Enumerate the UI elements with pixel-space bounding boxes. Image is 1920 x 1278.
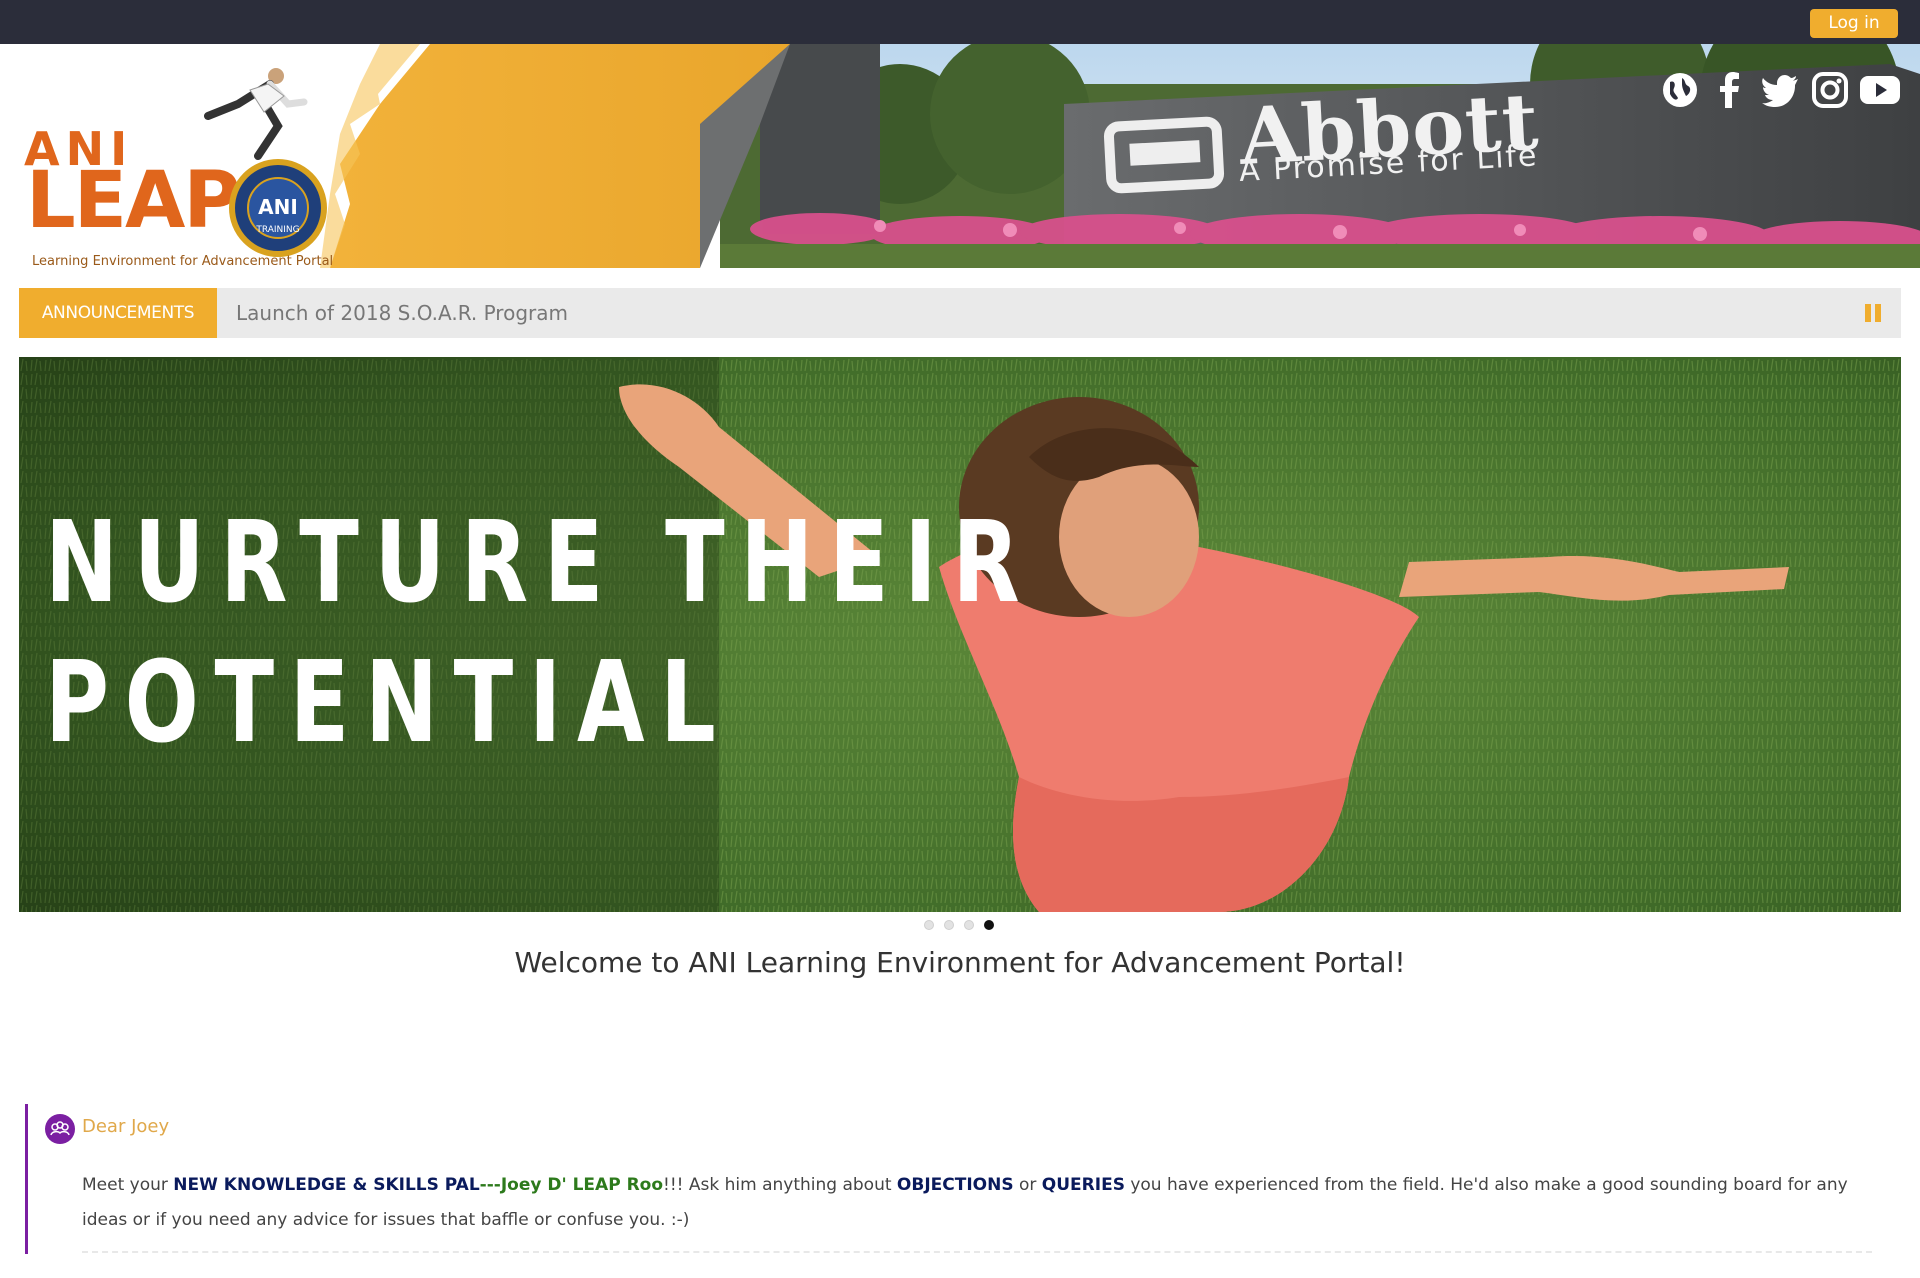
welcome-heading: Welcome to ANI Learning Environment for … xyxy=(514,946,1406,979)
hero-slide: NURTURE THEIR POTENTIAL xyxy=(19,357,1901,912)
carousel-dot-2[interactable] xyxy=(944,920,954,930)
logo-text-leap: LEAP xyxy=(26,156,241,246)
svg-text:ANI: ANI xyxy=(258,195,298,219)
group-avatar-icon xyxy=(45,1114,75,1144)
hero-headline-line1: NURTURE THEIR xyxy=(45,498,1036,628)
instagram-icon[interactable] xyxy=(1808,68,1852,112)
carousel-indicators xyxy=(924,920,994,930)
leaping-man-icon xyxy=(204,68,308,160)
post-title-link[interactable]: Dear Joey xyxy=(82,1116,169,1137)
login-button[interactable]: Log in xyxy=(1810,9,1898,38)
carousel-dot-1[interactable] xyxy=(924,920,934,930)
carousel-dot-4[interactable] xyxy=(984,920,994,930)
globe-icon[interactable] xyxy=(1658,68,1702,112)
post-divider xyxy=(82,1251,1872,1253)
facebook-icon[interactable] xyxy=(1708,68,1752,112)
hero-photo xyxy=(19,357,1901,912)
announcements-label: ANNOUNCEMENTS xyxy=(19,288,217,338)
svg-text:TRAINING: TRAINING xyxy=(255,225,299,235)
hero-headline-line2: POTENTIAL xyxy=(45,638,732,768)
twitter-icon[interactable] xyxy=(1758,68,1802,112)
youtube-icon[interactable] xyxy=(1858,68,1902,112)
header-banner: ANI LEAP ANI TRAINING Learning Environme… xyxy=(0,44,1920,268)
pause-icon[interactable] xyxy=(1865,304,1883,322)
announcement-post: Dear Joey Meet your NEW KNOWLEDGE & SKIL… xyxy=(25,1104,1872,1254)
top-navbar: Log in xyxy=(0,0,1920,44)
post-body: Meet your NEW KNOWLEDGE & SKILLS PAL---J… xyxy=(82,1175,1848,1230)
ani-leap-logo[interactable]: ANI LEAP ANI TRAINING Learning Environme… xyxy=(22,64,333,268)
announcement-link[interactable]: Launch of 2018 S.O.A.R. Program xyxy=(236,288,568,338)
logo-tagline: Learning Environment for Advancement Por… xyxy=(32,254,334,268)
ani-training-seal-icon: ANI TRAINING xyxy=(229,159,327,257)
carousel-dot-3[interactable] xyxy=(964,920,974,930)
announcements-bar: ANNOUNCEMENTS Launch of 2018 S.O.A.R. Pr… xyxy=(19,288,1901,338)
social-links xyxy=(1658,68,1902,112)
